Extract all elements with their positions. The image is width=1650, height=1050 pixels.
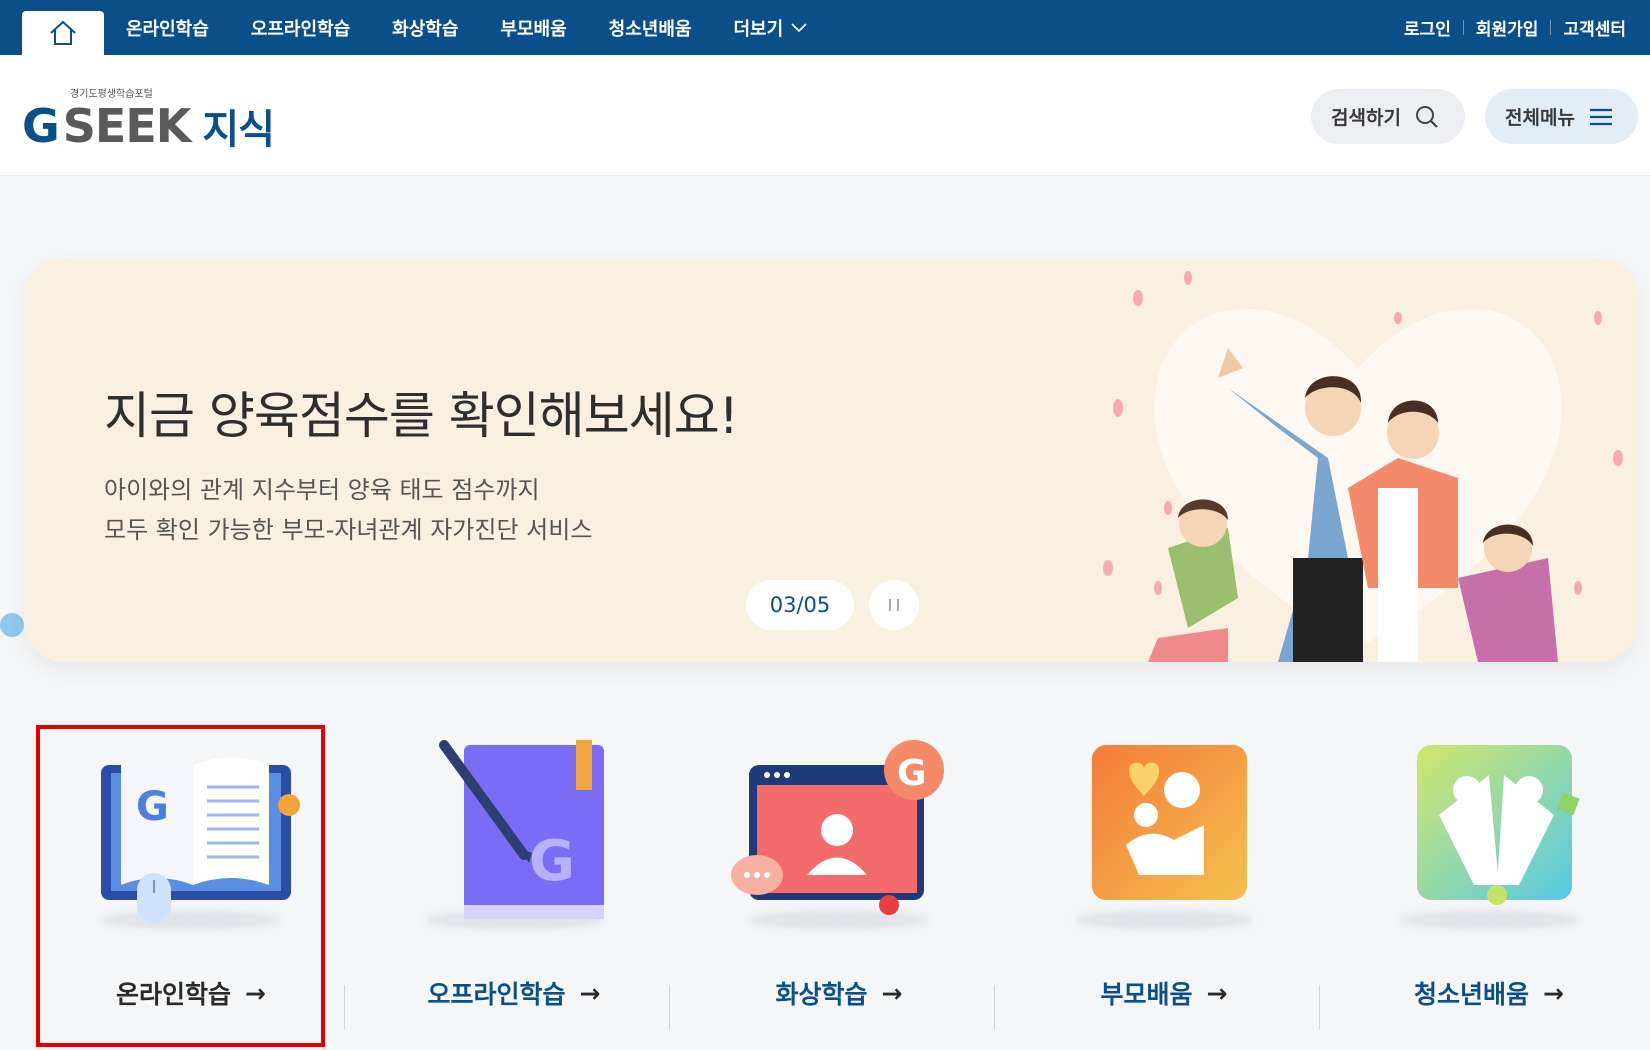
all-menu-button[interactable]: 전체메뉴 [1485,89,1638,144]
divider [669,985,670,1029]
banner-title: 지금 양육점수를 확인해보세요! [104,387,739,445]
arrow-icon: → [881,978,903,1008]
home-tab[interactable] [22,11,104,55]
banner-description-line1: 아이와의 관계 지수부터 양육 태도 점수까지 [104,476,540,504]
category-label-row: 청소년배움 → [1344,975,1634,1011]
category-label-row: 부모배움 → [1019,975,1309,1011]
family-illustration [1103,271,1623,662]
hamburger-icon [1589,108,1612,125]
youth-learning-icon [1417,745,1580,905]
logo-korean: 지식 [202,107,275,153]
utility-links: 로그인 회원가입 고객센터 [1392,0,1638,55]
svg-text:G: G [136,784,169,830]
logo-seek: SEEK [62,99,192,153]
category-video-learning[interactable]: G 화상학습 → [694,725,984,1045]
signup-link[interactable]: 회원가입 [1464,15,1551,40]
main-banner[interactable]: 지금 양육점수를 확인해보세요! 아이와의 관계 지수부터 양육 태도 점수까지… [24,258,1638,662]
nav-youth-learning[interactable]: 청소년배움 [609,15,692,41]
arrow-icon: → [579,978,601,1008]
arrow-icon: → [1206,978,1228,1008]
category-label: 화상학습 [775,980,868,1009]
offline-learning-icon: G [439,740,604,919]
customer-center-link[interactable]: 고객센터 [1551,15,1638,40]
category-parent-learning[interactable]: 부모배움 → [1019,725,1309,1045]
svg-text:G: G [897,753,927,794]
category-youth-learning[interactable]: 청소년배움 → [1344,725,1634,1045]
category-label: 청소년배움 [1414,980,1530,1009]
main-nav: 온라인학습 오프라인학습 화상학습 부모배움 청소년배움 더보기 [126,0,807,55]
search-icon [1415,105,1438,128]
category-label-row: 온라인학습 → [46,975,336,1011]
site-header: 경기도평생학습포털 G SEEK 지식 검색하기 전체메뉴 [0,55,1650,176]
category-offline-learning[interactable]: G 오프라인학습 → [369,725,659,1045]
category-label: 부모배움 [1100,980,1193,1009]
nav-parent-learning[interactable]: 부모배움 [500,15,566,41]
logo-g: G [22,99,60,153]
video-learning-icon: G [731,740,944,915]
banner-pager: 03/05 [746,580,854,630]
nav-online-learning[interactable]: 온라인학습 [126,15,209,41]
online-learning-icon: G [101,757,300,923]
chevron-down-icon [791,22,807,32]
nav-more[interactable]: 더보기 [733,15,807,41]
category-label-row: 오프라인학습 → [369,975,659,1011]
nav-more-label: 더보기 [733,18,784,40]
arrow-icon: → [245,978,266,1008]
category-label-row: 화상학습 → [694,975,984,1011]
search-label: 검색하기 [1331,107,1401,129]
banner-description-line2: 모두 확인 가능한 부모-자녀관계 자가진단 서비스 [104,516,593,544]
login-link[interactable]: 로그인 [1392,15,1463,40]
menu-label: 전체메뉴 [1505,107,1575,129]
divider [1319,985,1320,1029]
top-navigation-bar: 온라인학습 오프라인학습 화상학습 부모배움 청소년배움 더보기 로그인 회원가… [0,0,1650,55]
divider [994,985,995,1029]
nav-offline-learning[interactable]: 오프라인학습 [251,15,350,41]
pause-button[interactable] [869,580,919,630]
search-button[interactable]: 검색하기 [1311,89,1465,144]
category-label: 오프라인학습 [427,980,566,1009]
logo-wordmark: G SEEK 지식 [22,97,275,155]
pause-icon [889,599,899,611]
parent-learning-icon [1092,745,1247,900]
category-label: 온라인학습 [116,980,232,1009]
nav-video-learning[interactable]: 화상학습 [392,15,458,41]
gseek-logo[interactable]: 경기도평생학습포털 G SEEK 지식 [22,85,275,155]
category-list: G 온라인학습 → G 오프라인학습 → G 화상학습 → 부모배움 → 청소년… [24,725,1644,1045]
category-online-learning[interactable]: G 온라인학습 → [46,725,336,1045]
divider [344,985,345,1029]
decorative-dot [0,613,24,637]
arrow-icon: → [1543,978,1564,1008]
svg-text:G: G [529,829,575,894]
home-icon [50,20,76,45]
